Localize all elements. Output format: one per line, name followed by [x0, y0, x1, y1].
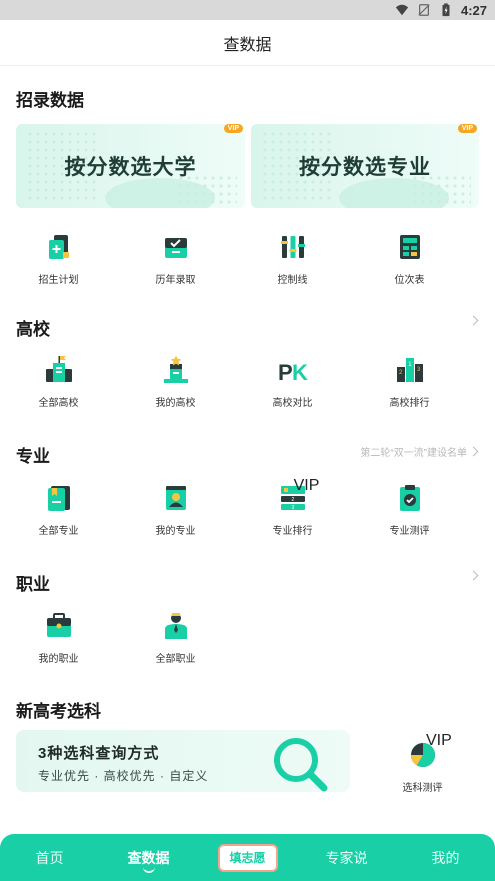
svg-text:2: 2 [291, 497, 294, 503]
tab-fill-volunteer[interactable]: 填志愿 [198, 834, 297, 881]
all-careers-icon [164, 613, 187, 639]
enrollment-plan-icon [48, 235, 69, 259]
grid-item-label: 专业测评 [389, 526, 430, 537]
grid-item-label: 历年录取 [155, 275, 196, 286]
grid-item-major-ranking[interactable]: 2 3 VIP 专业排行 [234, 477, 351, 537]
grid-item-label: 位次表 [394, 275, 425, 286]
grid-item-label: 控制线 [277, 275, 308, 286]
tab-label: 填志愿 [229, 851, 266, 865]
svg-text:P: P [278, 360, 293, 385]
grid-item-college-ranking[interactable]: 1 2 3 高校排行 [351, 355, 468, 409]
chevron-right-icon [468, 446, 479, 457]
title-bar: 查数据 [0, 20, 495, 66]
status-time: 4:27 [460, 2, 487, 18]
rank-table-icon [399, 235, 420, 259]
status-icons: 4:27 [395, 2, 487, 18]
grid-item-history-admission[interactable]: 历年录取 [117, 232, 234, 286]
section-title-careers: 职业 [16, 575, 50, 594]
colleges-more-button[interactable] [468, 315, 479, 326]
majors-more-text: 第二轮“双一流”建设名单 [360, 448, 467, 459]
tab-label: 我的 [431, 849, 460, 866]
pk-compare-icon: P K [278, 360, 308, 385]
grid-item-label: 高校对比 [272, 398, 313, 409]
grid-item-pk-compare[interactable]: P K 高校对比 [234, 355, 351, 409]
majors-more-button[interactable]: 第二轮“双一流”建设名单 [360, 444, 479, 459]
admission-grid: 招生计划 历年录取 控制线 位次表 [0, 232, 495, 286]
college-ranking-icon: 1 2 3 [396, 358, 423, 382]
my-major-icon [165, 486, 186, 510]
grid-item-my-major[interactable]: 我的专业 [117, 483, 234, 537]
major-assessment-icon [399, 485, 420, 511]
grid-item-label: 专业排行 [272, 526, 313, 537]
careers-grid: 我的职业 全部职业 [0, 611, 495, 665]
bottom-tab-bar: 首页 查数据 填志愿 专家说 我的 [0, 834, 495, 881]
section-title-subject-selection: 新高考选科 [16, 702, 101, 721]
svg-text:3: 3 [291, 505, 294, 511]
grid-item-control-line[interactable]: 控制线 [234, 232, 351, 286]
grid-item-my-college[interactable]: 我的高校 [117, 355, 234, 409]
grid-item-label: 我的高校 [155, 398, 196, 409]
grid-item-label: 我的职业 [38, 654, 79, 665]
fill-volunteer-logo: 填志愿 [217, 843, 278, 872]
grid-item-subject-assessment[interactable]: VIP 选科测评 [364, 732, 481, 794]
subject-banner-title: 3种选科查询方式 [38, 745, 160, 762]
vip-badge: VIP [457, 124, 477, 133]
subject-banner-subtitle: 专业优先 · 高校优先 · 自定义 [38, 769, 209, 783]
grid-item-label: 全部职业 [155, 654, 196, 665]
chevron-right-icon [468, 315, 479, 326]
colleges-grid: 全部高校 我的高校 P K 高校对比 1 2 3 高校排行 [0, 355, 495, 409]
grid-item-label: 全部高校 [38, 398, 79, 409]
my-career-icon [46, 613, 71, 637]
page-title: 查数据 [223, 36, 272, 54]
grid-item-all-majors[interactable]: 全部专业 [0, 483, 117, 537]
grid-item-all-careers[interactable]: 全部职业 [117, 611, 234, 665]
banner-choose-college[interactable]: VIP 按分数选大学 [16, 124, 245, 208]
banner-label: 按分数选大学 [64, 156, 197, 179]
wifi-icon [395, 4, 409, 16]
section-title-majors: 专业 [16, 447, 50, 466]
section-title-admission: 招录数据 [16, 91, 84, 110]
careers-more-button[interactable] [468, 570, 479, 581]
vip-badge: VIP [223, 124, 243, 133]
battery-icon [442, 3, 450, 17]
my-college-icon [163, 355, 188, 383]
vip-badge: VIP [426, 732, 452, 749]
tab-expert[interactable]: 专家说 [297, 834, 396, 881]
grid-item-label: 高校排行 [389, 398, 430, 409]
grid-item-major-assessment[interactable]: 专业测评 [351, 483, 468, 537]
vip-badge: VIP [293, 477, 320, 494]
grid-item-label: 我的专业 [155, 526, 196, 537]
grid-item-rank-table[interactable]: 位次表 [351, 232, 468, 286]
tab-home[interactable]: 首页 [0, 834, 99, 881]
grid-item-label: 招生计划 [38, 275, 79, 286]
history-admission-icon [164, 238, 187, 258]
grid-item-my-career[interactable]: 我的职业 [0, 611, 117, 665]
subject-query-banner[interactable]: 3种选科查询方式 专业优先 · 高校优先 · 自定义 [16, 730, 350, 792]
all-colleges-icon [45, 356, 72, 382]
banner-choose-major[interactable]: VIP 按分数选专业 [251, 124, 479, 208]
banner-label: 按分数选专业 [299, 156, 431, 179]
svg-text:K: K [292, 360, 308, 385]
section-title-colleges: 高校 [16, 320, 50, 339]
tab-label: 查数据 [127, 849, 170, 866]
grid-item-label: 全部专业 [38, 526, 79, 537]
control-line-icon [280, 236, 305, 258]
tab-label: 首页 [35, 849, 64, 866]
grid-item-label: 选科测评 [402, 783, 443, 794]
grid-item-all-colleges[interactable]: 全部高校 [0, 355, 117, 409]
status-bar: 4:27 [0, 0, 495, 20]
tab-label: 专家说 [325, 849, 368, 866]
tab-mine[interactable]: 我的 [396, 834, 495, 881]
majors-grid: 全部专业 我的专业 2 3 VIP 专业排行 专业测评 [0, 477, 495, 537]
grid-item-enrollment-plan[interactable]: 招生计划 [0, 232, 117, 286]
tab-query-data[interactable]: 查数据 [99, 834, 198, 881]
magnifier-icon [274, 738, 328, 792]
chevron-right-icon [468, 570, 479, 581]
all-majors-icon [47, 486, 70, 511]
no-sim-icon [418, 4, 430, 16]
